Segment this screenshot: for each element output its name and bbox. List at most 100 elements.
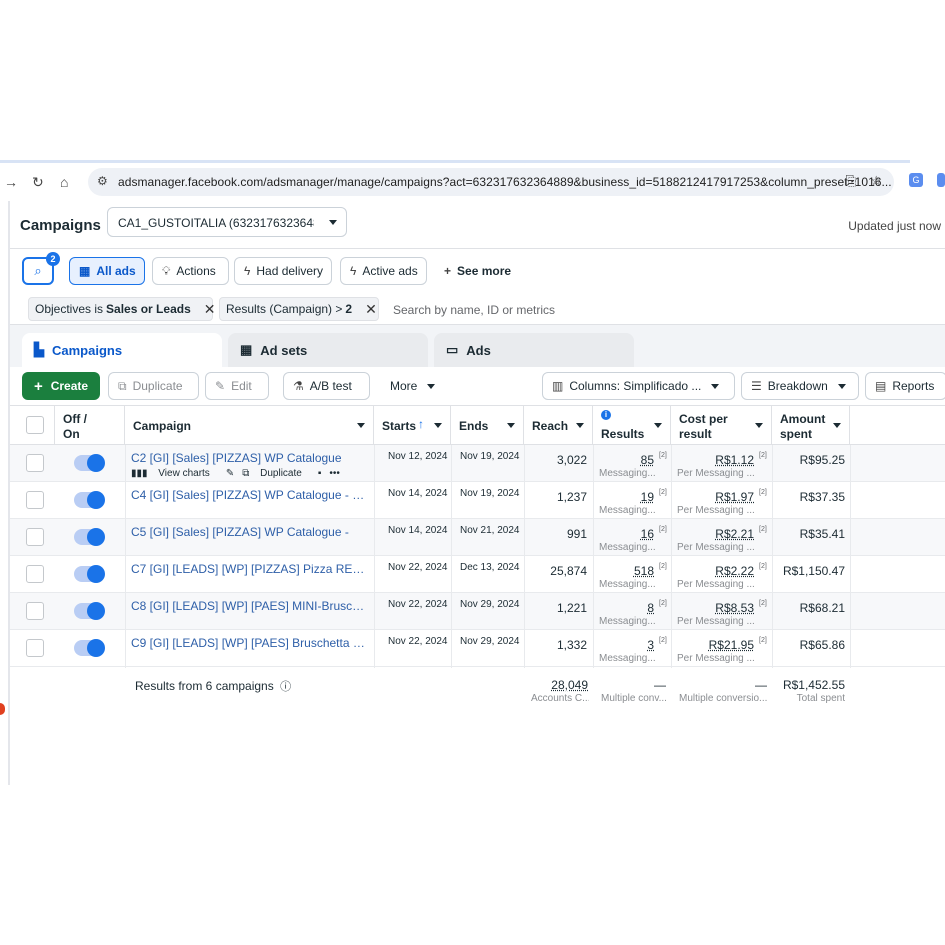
forward-icon[interactable]: → [4, 174, 18, 190]
table-row[interactable]: C4 [GI] [Sales] [PIZZAS] WP Catalogue - … [10, 482, 945, 519]
row-checkbox[interactable] [26, 565, 44, 583]
start-date: Nov 22, 2024 [388, 562, 448, 573]
row-checkbox[interactable] [26, 639, 44, 657]
install-app-icon[interactable]: ⎘ [846, 173, 856, 189]
column-results[interactable]: i Results [593, 406, 671, 446]
table-row[interactable]: C2 [GI] [Sales] [PIZZAS] WP Catalogue ▮▮▮… [10, 445, 945, 482]
row-checkbox[interactable] [26, 602, 44, 620]
extension-icon[interactable] [937, 173, 945, 187]
results-value[interactable]: 3 [593, 638, 654, 652]
campaign-name-link[interactable]: C9 [GI] [LEADS] [WP] [PAES] Bruschetta F… [131, 636, 366, 650]
more-options-icon[interactable]: ••• [329, 468, 340, 479]
table-row[interactable]: C8 [GI] [LEADS] [WP] [PAES] MINI-Brusche… [10, 593, 945, 630]
select-all-checkbox[interactable] [26, 416, 44, 434]
campaign-toggle[interactable] [74, 565, 105, 583]
campaign-toggle[interactable] [74, 528, 105, 546]
ab-test-button[interactable]: ⚗ A/B test [283, 372, 370, 400]
campaign-toggle[interactable] [74, 454, 105, 472]
column-ends[interactable]: Ends [451, 406, 524, 446]
campaign-name-link[interactable]: C5 [GI] [Sales] [PIZZAS] WP Catalogue - [131, 525, 366, 539]
reach-value: 991 [566, 527, 587, 541]
tab-ads[interactable]: ▭ Ads [434, 333, 634, 367]
tab-ad-sets[interactable]: ▦ Ad sets [228, 333, 428, 367]
all-ads-button[interactable]: ▦ All ads [69, 257, 145, 285]
column-reach[interactable]: Reach [524, 406, 593, 446]
home-icon[interactable]: ⌂ [60, 174, 68, 190]
cost-value[interactable]: R$1.97 [671, 490, 754, 504]
row-checkbox[interactable] [26, 454, 44, 472]
had-delivery-button[interactable]: ϟ Had delivery [234, 257, 332, 285]
results-value[interactable]: 518 [593, 564, 654, 578]
edit-icon[interactable]: ✎ [226, 468, 234, 479]
results-value[interactable]: 85 [593, 453, 654, 467]
column-off-on[interactable]: Off / On [55, 406, 125, 446]
ads-manager-app: Campaigns CA1_GUSTOITALIA (6323176323648… [8, 201, 945, 785]
cost-value[interactable]: R$8.53 [671, 601, 754, 615]
campaign-toggle[interactable] [74, 639, 105, 657]
reach-value: 25,874 [550, 564, 587, 578]
footnote-marker: [2] [659, 489, 667, 496]
close-icon[interactable]: ✕ [365, 301, 377, 318]
row-checkbox[interactable] [26, 528, 44, 546]
columns-button[interactable]: ▥ Columns: Simplificado ... [542, 372, 735, 400]
pin-icon[interactable]: ▪ [318, 468, 322, 479]
see-more-button[interactable]: + See more [434, 257, 522, 285]
more-button[interactable]: More [380, 372, 442, 400]
search-input[interactable]: Search by name, ID or metrics [393, 303, 555, 317]
info-icon[interactable]: ⓘ [280, 681, 291, 693]
bookmark-star-icon[interactable]: ☆ [870, 173, 882, 189]
create-button[interactable]: + Create [22, 372, 100, 400]
filter-chip-objectives[interactable]: Objectives is Sales or Leads ✕ [28, 297, 216, 321]
translate-extension-icon[interactable]: G [909, 173, 923, 187]
column-amount-spent[interactable]: Amount spent [772, 406, 850, 446]
cost-value[interactable]: R$2.22 [671, 564, 754, 578]
address-url[interactable]: adsmanager.facebook.com/adsmanager/manag… [118, 175, 892, 189]
info-icon[interactable]: i [601, 410, 611, 420]
search-count-badge: 2 [46, 252, 60, 266]
account-selector[interactable]: CA1_GUSTOITALIA (63231763236488... [107, 207, 347, 237]
ad-icon: ▭ [446, 342, 459, 357]
column-cost-per-result[interactable]: Cost per result [671, 406, 772, 446]
column-starts[interactable]: Starts ↑ [374, 406, 451, 446]
cost-value[interactable]: R$21.95 [671, 638, 754, 652]
site-info-icon[interactable]: ⚙ [97, 174, 108, 188]
table-row[interactable]: C7 [GI] [LEADS] [WP] [PIZZAS] Pizza RETA… [10, 556, 945, 593]
chevron-down-icon [507, 423, 515, 428]
close-icon[interactable]: ✕ [204, 301, 216, 318]
duplicate-button[interactable]: ⧉ Duplicate [108, 372, 199, 400]
campaign-name-link[interactable]: C2 [GI] [Sales] [PIZZAS] WP Catalogue [131, 451, 366, 465]
campaign-toggle[interactable] [74, 491, 105, 509]
totals-label: Results from 6 campaigns ⓘ [135, 679, 292, 693]
results-value[interactable]: 19 [593, 490, 654, 504]
tab-campaigns[interactable]: ▙ Campaigns [22, 333, 222, 367]
chevron-down-icon [711, 383, 720, 389]
address-bar[interactable]: ⚙ adsmanager.facebook.com/adsmanager/man… [88, 168, 894, 196]
campaign-name-link[interactable]: C4 [GI] [Sales] [PIZZAS] WP Catalogue - … [131, 488, 366, 502]
table-row[interactable]: C5 [GI] [Sales] [PIZZAS] WP Catalogue - N… [10, 519, 945, 556]
cost-value[interactable]: R$2.21 [671, 527, 754, 541]
active-ads-button[interactable]: ϟ Active ads [340, 257, 427, 285]
chevron-down-icon [434, 423, 442, 428]
page-title: Campaigns [20, 217, 101, 234]
column-campaign[interactable]: Campaign [125, 406, 374, 446]
table-row[interactable]: C9 [GI] [LEADS] [WP] [PAES] Bruschetta F… [10, 630, 945, 667]
view-charts-action[interactable]: ▮▮▮ View charts [131, 468, 218, 479]
results-sub: Messaging... [599, 542, 656, 553]
cost-value[interactable]: R$1.12 [671, 453, 754, 467]
actions-button[interactable]: 💡︎ Actions [152, 257, 229, 285]
filter-chip-results[interactable]: Results (Campaign) >2 ✕ [219, 297, 379, 321]
campaigns-table: Off / On Campaign Starts ↑ Ends Reach i … [10, 405, 945, 785]
reload-icon[interactable]: ↻ [32, 174, 44, 191]
campaign-toggle[interactable] [74, 602, 105, 620]
edit-button[interactable]: ✎ Edit [205, 372, 269, 400]
reports-button[interactable]: ▤ Reports [865, 372, 945, 400]
footnote-marker: [2] [759, 600, 767, 607]
results-value[interactable]: 16 [593, 527, 654, 541]
campaign-name-link[interactable]: C7 [GI] [LEADS] [WP] [PIZZAS] Pizza RETA… [131, 562, 366, 576]
duplicate-action[interactable]: ⧉ Duplicate [242, 468, 310, 479]
results-value[interactable]: 8 [593, 601, 654, 615]
campaign-name-link[interactable]: C8 [GI] [LEADS] [WP] [PAES] MINI-Brusche… [131, 599, 366, 613]
chevron-down-icon [654, 423, 662, 428]
breakdown-button[interactable]: ☰ Breakdown [741, 372, 859, 400]
row-checkbox[interactable] [26, 491, 44, 509]
